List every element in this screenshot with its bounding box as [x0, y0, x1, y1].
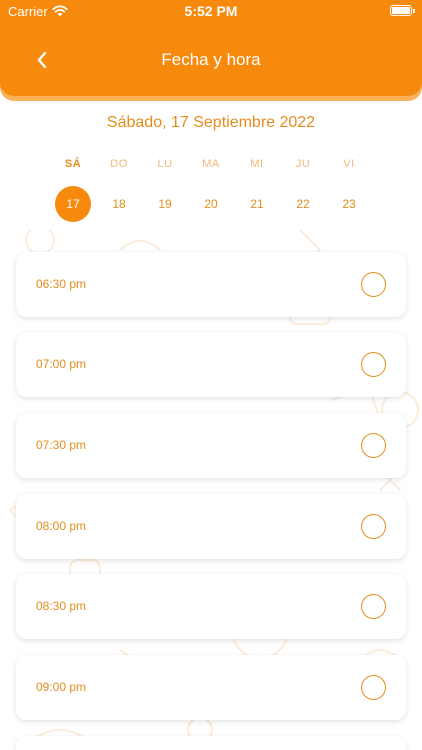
battery-icon: [390, 5, 415, 16]
day-name: SÁ: [64, 158, 82, 170]
radio-unchecked-icon[interactable]: [361, 352, 386, 377]
time-slot-label: 06:30 pm: [36, 277, 87, 291]
day-number: 19: [158, 197, 172, 211]
app-header: Carrier 5:52 PM Fecha y hora: [0, 0, 422, 96]
day-name: JU: [295, 158, 311, 170]
time-slot-label: 07:30 pm: [36, 438, 87, 452]
day-name: MI: [250, 158, 264, 170]
day-option-fri-23[interactable]: VI 23: [326, 150, 372, 230]
day-number: 20: [204, 197, 218, 211]
day-name: DO: [110, 158, 128, 170]
day-number: 23: [342, 197, 356, 211]
day-number: 21: [250, 197, 264, 211]
day-option-sun-18[interactable]: DO 18: [96, 150, 142, 230]
time-slot-label: 08:00 pm: [36, 519, 87, 533]
time-slot-label: 07:00 pm: [36, 357, 87, 371]
time-slot-card[interactable]: 07:00 pm: [16, 332, 406, 397]
status-time: 5:52 PM: [184, 3, 238, 19]
radio-unchecked-icon[interactable]: [361, 272, 386, 297]
day-name: LU: [157, 158, 173, 170]
day-option-wed-21[interactable]: MI 21: [234, 150, 280, 230]
radio-unchecked-icon[interactable]: [361, 675, 386, 700]
time-slot-card[interactable]: 07:30 pm: [16, 413, 406, 478]
time-slot-label: 09:00 pm: [36, 680, 87, 694]
day-name: VI: [343, 158, 355, 170]
day-number: 18: [112, 197, 126, 211]
day-option-tue-20[interactable]: MA 20: [188, 150, 234, 230]
day-option-mon-19[interactable]: LU 19: [142, 150, 188, 230]
radio-unchecked-icon[interactable]: [361, 514, 386, 539]
radio-unchecked-icon[interactable]: [361, 433, 386, 458]
day-name: MA: [202, 158, 220, 170]
time-slot-card[interactable]: 06:30 pm: [16, 252, 406, 317]
day-option-sat-17[interactable]: SÁ 17: [50, 150, 96, 230]
radio-unchecked-icon[interactable]: [361, 594, 386, 619]
time-slot-card[interactable]: 09:00 pm: [16, 655, 406, 720]
time-slot-label: 08:30 pm: [36, 599, 87, 613]
page-title: Fecha y hora: [161, 50, 261, 69]
time-slot-card[interactable]: 08:30 pm: [16, 574, 406, 639]
selected-date-heading: Sábado, 17 Septiembre 2022: [106, 114, 316, 131]
day-number: 17: [55, 186, 91, 222]
status-bar: Carrier 5:52 PM: [0, 0, 422, 24]
day-number: 22: [296, 197, 310, 211]
time-slot-card[interactable]: 08:00 pm: [16, 494, 406, 559]
day-option-thu-22[interactable]: JU 22: [280, 150, 326, 230]
week-day-picker: SÁ 17 DO 18 LU 19 MA 20 MI 21 JU 22 VI 2…: [50, 150, 372, 230]
time-slot-card-partial[interactable]: [16, 736, 406, 750]
